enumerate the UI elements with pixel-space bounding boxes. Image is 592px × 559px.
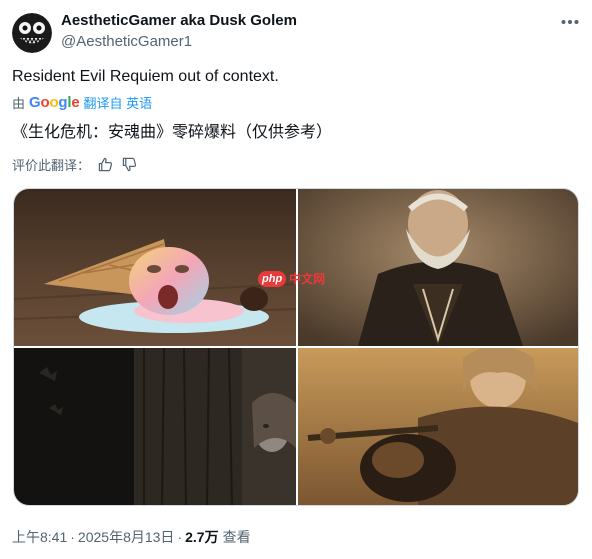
tweet-meta: 上午8:41 · 2025年8月13日 · 2.7万 查看 (12, 527, 251, 547)
translation-attribution: 由 Google 翻译自 英语 (12, 93, 152, 112)
views-count[interactable]: 2.7万 (185, 527, 218, 547)
rate-translation: 评价此翻译： (12, 155, 138, 174)
dark-girl-photo (14, 348, 296, 505)
tweet-date[interactable]: 2025年8月13日 (78, 527, 175, 547)
media-grid (13, 188, 579, 506)
google-logo: Google (29, 94, 80, 111)
media-image-1-melting-ice-cream[interactable] (14, 189, 296, 346)
avatar[interactable] (12, 13, 52, 53)
translated-text: 《生化危机：安魂曲》零碎爆料（仅供参考） (12, 122, 333, 141)
translation-prefix: 由 (12, 96, 26, 111)
rate-translation-label: 评价此翻译： (12, 158, 91, 173)
translated-from-link[interactable]: 翻译自 英语 (84, 93, 153, 112)
avatar-image (12, 13, 52, 53)
thumbs-down-icon (122, 157, 136, 172)
motorcycle-rider-photo (298, 348, 578, 505)
more-options-button[interactable] (556, 10, 584, 34)
tweet-text: Resident Evil Requiem out of context. (12, 68, 279, 85)
victorian-man-photo (298, 189, 578, 346)
meta-separator: · (70, 529, 75, 545)
author-handle[interactable]: @AestheticGamer1 (61, 33, 192, 50)
more-dots-icon (561, 20, 579, 24)
thumbs-up-icon (98, 157, 112, 172)
ice-cream-photo (14, 189, 296, 346)
media-image-4-motorcycle-rider[interactable] (298, 348, 578, 505)
media-image-2-victorian-man[interactable] (298, 189, 578, 346)
thumbs-up-button[interactable] (96, 156, 114, 174)
watermark-cn: 中文网 (289, 272, 326, 286)
php-cn-watermark: php 中文网 (258, 270, 325, 287)
watermark-php: php (258, 270, 287, 287)
views-label: 查看 (222, 529, 251, 545)
thumbs-down-button[interactable] (120, 156, 138, 174)
tweet-time[interactable]: 上午8:41 (12, 527, 67, 547)
meta-separator: · (177, 529, 183, 545)
author-display-name[interactable]: AestheticGamer aka Dusk Golem (61, 12, 297, 29)
media-image-3-girl-behind-door[interactable] (14, 348, 296, 505)
